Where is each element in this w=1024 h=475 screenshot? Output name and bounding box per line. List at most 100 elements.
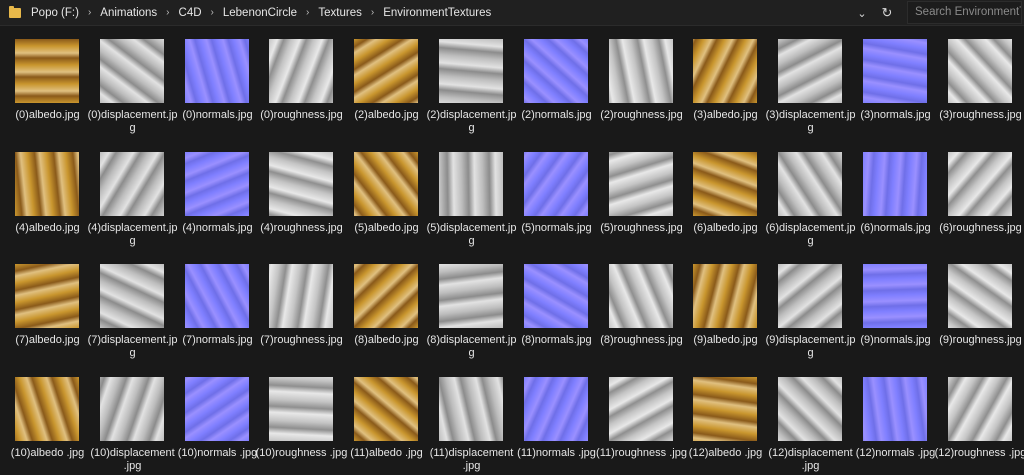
texture-thumbnail — [185, 152, 249, 216]
texture-thumbnail — [693, 39, 757, 103]
folder-icon — [9, 5, 21, 18]
refresh-button[interactable]: ↻ — [878, 4, 896, 22]
file-name: (0)roughness.jpg — [260, 109, 343, 121]
chevron-right-icon[interactable]: › — [166, 7, 169, 18]
file-name: (6)roughness.jpg — [939, 222, 1022, 234]
file-name: (11)normals .jpg — [517, 447, 596, 459]
texture-thumbnail — [693, 264, 757, 328]
texture-thumbnail — [863, 39, 927, 103]
texture-thumbnail — [524, 152, 588, 216]
breadcrumb-item[interactable]: C4D — [179, 7, 202, 19]
texture-thumbnail — [185, 39, 249, 103]
file-name: (7)albedo.jpg — [15, 334, 80, 346]
address-bar[interactable]: Popo (F:) › Animations › C4D › LebenonCircle › T… — [2, 1, 902, 24]
texture-thumbnail — [524, 377, 588, 441]
file-name: (2)roughness.jpg — [600, 109, 683, 121]
file-name: (10)normals .jpg — [177, 447, 258, 459]
file-name: (9)normals.jpg — [860, 334, 931, 346]
file-name: (8)normals.jpg — [521, 334, 592, 346]
file-name: (4)roughness.jpg — [260, 222, 343, 234]
texture-thumbnail — [15, 377, 79, 441]
file-name: (4)albedo.jpg — [15, 222, 80, 234]
texture-thumbnail — [948, 377, 1012, 441]
breadcrumb-item[interactable]: Textures — [318, 7, 361, 19]
texture-thumbnail — [948, 152, 1012, 216]
toolbar: Popo (F:) › Animations › C4D › LebenonCircle › T… — [0, 0, 1024, 26]
texture-thumbnail — [863, 264, 927, 328]
file-name: (4)normals.jpg — [182, 222, 253, 234]
texture-thumbnail — [524, 264, 588, 328]
texture-thumbnail — [15, 264, 79, 328]
texture-thumbnail — [693, 377, 757, 441]
file-name: (10)roughness .jpg — [255, 447, 348, 459]
texture-thumbnail — [354, 377, 418, 441]
file-name: (12)displacement .jpg — [768, 447, 853, 472]
file-name: (9)albedo.jpg — [693, 334, 758, 346]
file-name: (4)displacement.jpg — [87, 222, 178, 247]
texture-thumbnail — [269, 264, 333, 328]
texture-thumbnail — [609, 264, 673, 328]
file-name: (11)displacement .jpg — [429, 447, 514, 472]
texture-thumbnail — [863, 377, 927, 441]
file-name: (10)albedo .jpg — [10, 447, 85, 459]
file-name: (0)normals.jpg — [182, 109, 253, 121]
file-name: (9)displacement.jpg — [765, 334, 856, 359]
file-name: (7)normals.jpg — [182, 334, 253, 346]
chevron-right-icon[interactable]: › — [88, 7, 91, 18]
texture-thumbnail — [185, 377, 249, 441]
file-name: (9)roughness.jpg — [939, 334, 1022, 346]
file-name: (7)displacement.jpg — [87, 334, 178, 359]
file-name: (8)albedo.jpg — [354, 334, 419, 346]
file-name: (11)roughness .jpg — [596, 447, 687, 459]
file-name: (12)roughness .jpg — [934, 447, 1024, 459]
file-name: (5)roughness.jpg — [600, 222, 683, 234]
texture-thumbnail — [609, 152, 673, 216]
file-name: (3)roughness.jpg — [939, 109, 1022, 121]
file-name: (5)normals.jpg — [521, 222, 592, 234]
texture-thumbnail — [100, 264, 164, 328]
breadcrumb-item[interactable]: Animations — [100, 7, 157, 19]
chevron-right-icon[interactable]: › — [306, 7, 309, 18]
texture-thumbnail — [524, 39, 588, 103]
chevron-right-icon[interactable]: › — [371, 7, 374, 18]
texture-thumbnail — [15, 39, 79, 103]
file-name: (5)albedo.jpg — [354, 222, 419, 234]
texture-thumbnail — [269, 152, 333, 216]
file-name: (7)roughness.jpg — [260, 334, 343, 346]
chevron-down-icon: ⌄ — [857, 7, 867, 20]
texture-thumbnail — [609, 377, 673, 441]
file-name: (12)normals .jpg — [855, 447, 936, 459]
texture-thumbnail — [439, 39, 503, 103]
file-name: (5)displacement.jpg — [426, 222, 517, 247]
file-name: (3)displacement.jpg — [765, 109, 856, 134]
texture-thumbnail — [354, 152, 418, 216]
search-input[interactable]: Search EnvironmentT... — [907, 1, 1022, 24]
texture-thumbnail — [948, 39, 1012, 103]
file-name: (10)displacement .jpg — [90, 447, 175, 472]
texture-thumbnail — [863, 152, 927, 216]
texture-thumbnail — [778, 264, 842, 328]
file-name: (8)roughness.jpg — [600, 334, 683, 346]
texture-thumbnail — [185, 264, 249, 328]
refresh-icon: ↻ — [881, 5, 893, 20]
texture-thumbnail — [778, 377, 842, 441]
texture-thumbnail — [354, 264, 418, 328]
texture-thumbnail — [269, 39, 333, 103]
file-name: (0)albedo.jpg — [15, 109, 80, 121]
texture-thumbnail — [100, 377, 164, 441]
file-name: (12)albedo .jpg — [688, 447, 763, 459]
texture-thumbnail — [439, 264, 503, 328]
file-name: (2)normals.jpg — [521, 109, 592, 121]
texture-thumbnail — [778, 152, 842, 216]
breadcrumb-item[interactable]: EnvironmentTextures — [383, 7, 491, 19]
breadcrumb-item[interactable]: LebenonCircle — [223, 7, 297, 19]
texture-thumbnail — [439, 152, 503, 216]
address-history-button[interactable]: ⌄ — [853, 4, 871, 22]
texture-thumbnail — [609, 39, 673, 103]
breadcrumb-item[interactable]: Popo (F:) — [31, 7, 79, 19]
chevron-right-icon[interactable]: › — [211, 7, 214, 18]
texture-thumbnail — [100, 39, 164, 103]
file-name: (2)displacement.jpg — [426, 109, 517, 134]
texture-thumbnail — [354, 39, 418, 103]
texture-thumbnail — [269, 377, 333, 441]
